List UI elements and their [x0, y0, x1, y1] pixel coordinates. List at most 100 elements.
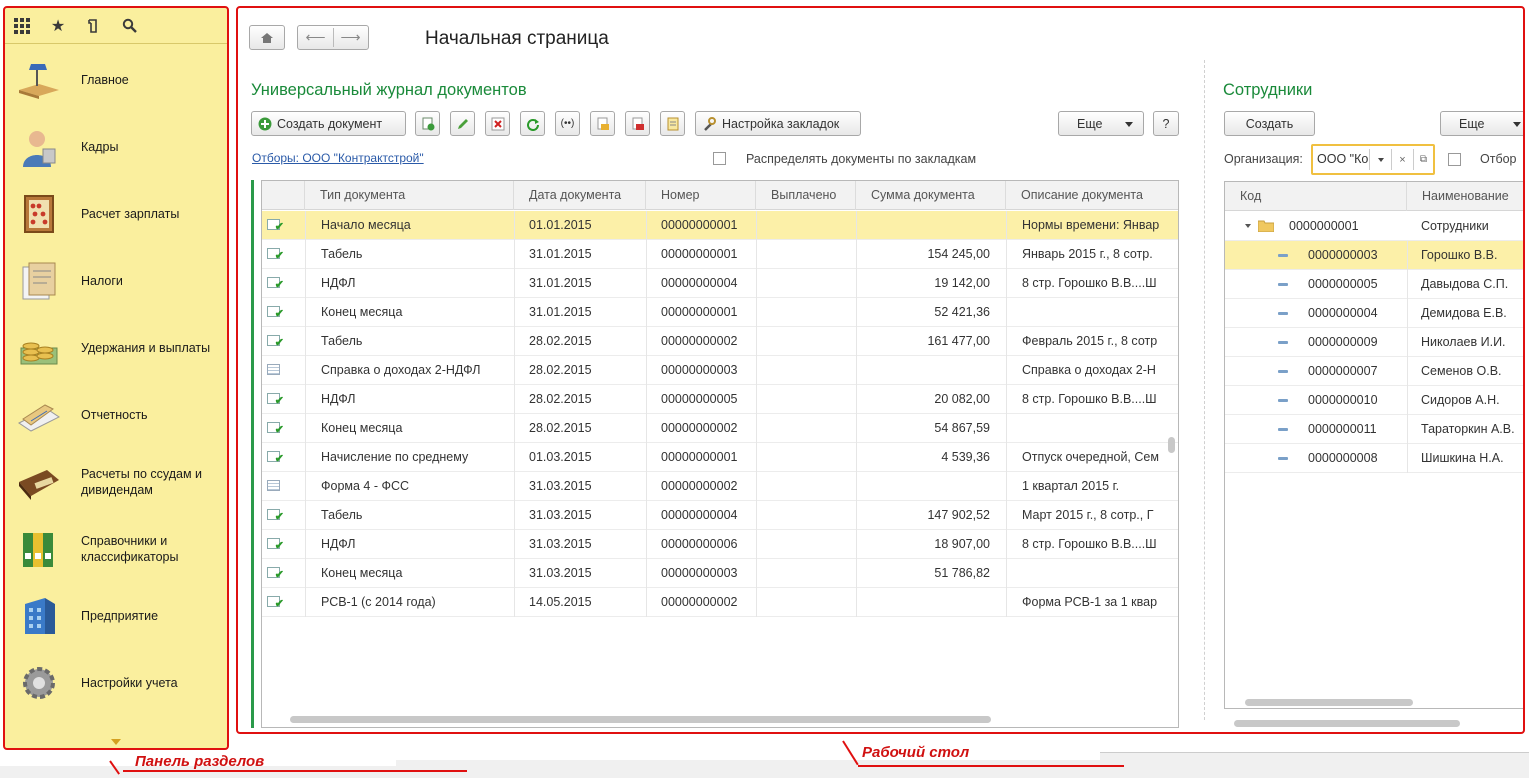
employee-row[interactable]: 0000000009 Николаев И.И.: [1225, 328, 1523, 357]
section-reporting[interactable]: Отчетность: [5, 381, 227, 448]
cell-sum: 147 902,52: [927, 508, 990, 522]
clear-icon[interactable]: ×: [1391, 149, 1413, 170]
create-document-button[interactable]: Создать документ: [251, 111, 406, 136]
linked-documents-button[interactable]: (••): [555, 111, 580, 136]
dropdown-button[interactable]: [1369, 149, 1391, 170]
column-header[interactable]: Тип документа: [305, 181, 514, 210]
horizontal-scrollbar[interactable]: [290, 716, 991, 723]
employees-table: Код Наименование 0000000001 Сотрудники 0…: [1224, 181, 1523, 709]
history-icon[interactable]: [83, 15, 105, 37]
edit-button[interactable]: [450, 111, 475, 136]
tree-group-row[interactable]: 0000000001 Сотрудники: [1225, 212, 1523, 241]
expand-chevron-icon[interactable]: [1245, 224, 1251, 228]
section-enterprise[interactable]: Предприятие: [5, 582, 227, 649]
cell-paid: [756, 472, 848, 501]
employee-row[interactable]: 0000000010 Сидоров А.Н.: [1225, 386, 1523, 415]
table-row[interactable]: ✔ Конец месяца 28.02.2015 00000000002 54 867…: [262, 414, 1178, 443]
report-button[interactable]: [660, 111, 685, 136]
open-form-icon[interactable]: ⧉: [1413, 149, 1433, 170]
filter-checkbox[interactable]: [1448, 153, 1461, 166]
delete-mark-button[interactable]: [485, 111, 510, 136]
column-header[interactable]: Код: [1225, 182, 1407, 211]
tab-settings-button[interactable]: Настройка закладок: [695, 111, 861, 136]
create-employee-button[interactable]: Создать: [1224, 111, 1315, 136]
employee-row[interactable]: 0000000011 Тараторкин А.В.: [1225, 415, 1523, 444]
table-row[interactable]: ✔ НДФЛ 31.01.2015 00000000004 19 142,00 8 стр…: [262, 269, 1178, 298]
employees-more-button[interactable]: Еще: [1440, 111, 1523, 136]
table-row[interactable]: Форма 4 - ФСС 31.03.2015 00000000002 1 квар…: [262, 472, 1178, 501]
unpost-button[interactable]: [625, 111, 650, 136]
vertical-scrollbar[interactable]: [1168, 437, 1175, 453]
section-directories[interactable]: Справочники и классификаторы: [5, 515, 227, 582]
cell-type: Форма 4 - ФСС: [321, 479, 410, 493]
home-button[interactable]: [249, 25, 285, 50]
table-row[interactable]: ✔ РСВ-1 (с 2014 года) 14.05.2015 0000000000…: [262, 588, 1178, 617]
apps-grid-icon[interactable]: [11, 15, 33, 37]
table-row[interactable]: ✔ Табель 28.02.2015 00000000002 161 477,00 Фе…: [262, 327, 1178, 356]
tab-settings-label: Настройка закладок: [722, 116, 840, 131]
section-main[interactable]: Главное: [5, 46, 227, 113]
section-taxes[interactable]: Налоги: [5, 247, 227, 314]
table-row[interactable]: ✔ НДФЛ 31.03.2015 00000000006 18 907,00 8 стр…: [262, 530, 1178, 559]
journal-more-button[interactable]: Еще: [1058, 111, 1144, 136]
posted-document-icon: ✔: [267, 393, 284, 407]
horizontal-scrollbar[interactable]: [1245, 699, 1413, 706]
help-button[interactable]: ?: [1153, 111, 1179, 136]
employee-name: Демидова Е.В.: [1421, 306, 1507, 320]
table-row[interactable]: ✔ Табель 31.01.2015 00000000001 154 245,00 Ян…: [262, 240, 1178, 269]
table-row[interactable]: ✔ Табель 31.03.2015 00000000004 147 902,52 Ма…: [262, 501, 1178, 530]
employee-row[interactable]: 0000000004 Демидова Е.В.: [1225, 299, 1523, 328]
table-row[interactable]: ✔ НДФЛ 28.02.2015 00000000005 20 082,00 8 стр…: [262, 385, 1178, 414]
cell-divider: [305, 588, 306, 617]
cell-type: Табель: [321, 247, 363, 261]
forward-arrow-icon[interactable]: ⟶: [333, 29, 368, 46]
cell-type: Табель: [321, 334, 363, 348]
search-icon[interactable]: [119, 15, 141, 37]
section-payroll[interactable]: Расчет зарплаты: [5, 180, 227, 247]
table-row[interactable]: ✔ Начало месяца 01.01.2015 00000000001 Нормы…: [262, 211, 1178, 240]
table-row[interactable]: ✔ Конец месяца 31.03.2015 00000000003 51 786…: [262, 559, 1178, 588]
copy-button[interactable]: [415, 111, 440, 136]
employee-code: 0000000004: [1308, 306, 1378, 320]
posted-document-icon: ✔: [267, 451, 284, 465]
column-header[interactable]: Сумма документа: [856, 181, 1006, 210]
sections-panel-annotation: Панель разделов: [135, 753, 265, 770]
distribute-checkbox[interactable]: [713, 152, 726, 165]
column-header[interactable]: Номер: [646, 181, 756, 210]
cell-divider: [1006, 472, 1007, 501]
cell-divider: [646, 472, 647, 501]
employee-row[interactable]: 0000000008 Шишкина Н.А.: [1225, 444, 1523, 473]
cell-divider: [1407, 270, 1408, 299]
column-header[interactable]: Выплачено: [756, 181, 856, 210]
cell-divider: [646, 211, 647, 240]
cell-type: Начало месяца: [321, 218, 411, 232]
cell-date: 31.03.2015: [529, 479, 592, 493]
post-button[interactable]: [590, 111, 615, 136]
cell-divider: [646, 588, 647, 617]
cell-divider: [1006, 559, 1007, 588]
employee-row[interactable]: 0000000003 Горошко В.В.: [1225, 241, 1523, 270]
employee-row[interactable]: 0000000005 Давыдова С.П.: [1225, 270, 1523, 299]
column-header[interactable]: Описание документа: [1006, 181, 1178, 210]
panel-horizontal-scrollbar[interactable]: [1234, 720, 1460, 727]
filter-link[interactable]: Отборы: ООО "Контрактстрой": [252, 151, 424, 165]
employee-row[interactable]: 0000000007 Семенов О.В.: [1225, 357, 1523, 386]
section-hr[interactable]: Кадры: [5, 113, 227, 180]
section-deductions[interactable]: Удержания и выплаты: [5, 314, 227, 381]
star-icon[interactable]: ★: [47, 15, 69, 37]
column-header[interactable]: Дата документа: [514, 181, 646, 210]
table-row[interactable]: Справка о доходах 2-НДФЛ 28.02.2015 000000…: [262, 356, 1178, 385]
cell-divider: [1006, 269, 1007, 298]
section-accounting-settings[interactable]: Настройки учета: [5, 649, 227, 716]
refresh-button[interactable]: [520, 111, 545, 136]
organization-field[interactable]: ООО "Ко × ⧉: [1311, 144, 1435, 175]
column-header[interactable]: Наименование: [1407, 182, 1523, 211]
back-arrow-icon[interactable]: ⟵: [298, 29, 333, 46]
cell-divider: [646, 501, 647, 530]
section-loans-dividends[interactable]: Расчеты по ссудам и дивидендам: [5, 448, 227, 515]
section-label: Предприятие: [81, 608, 159, 623]
cell-type: Табель: [321, 508, 363, 522]
table-row[interactable]: ✔ Начисление по среднему 01.03.2015 0000000…: [262, 443, 1178, 472]
scroll-down-icon[interactable]: [111, 739, 121, 745]
table-row[interactable]: ✔ Конец месяца 31.01.2015 00000000001 52 421…: [262, 298, 1178, 327]
